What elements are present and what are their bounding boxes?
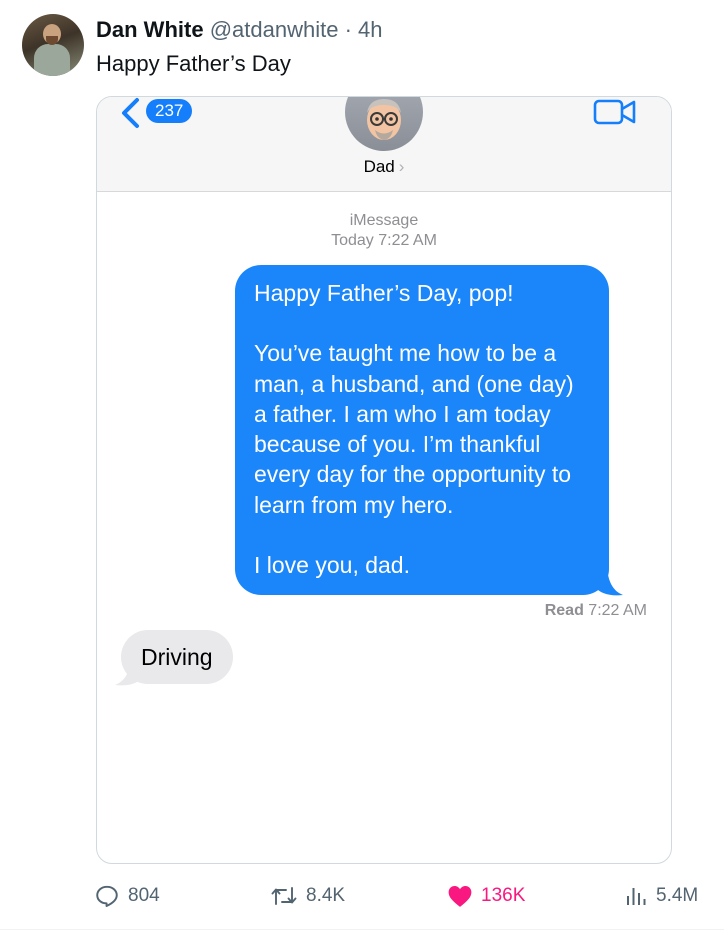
video-call-icon[interactable]: [593, 99, 637, 125]
tweet-text: Happy Father’s Day: [96, 51, 291, 76]
chevron-right-icon: ›: [398, 157, 405, 176]
tweet-actions: 804 8.4K 136K 5.4M: [0, 878, 724, 914]
views-icon: [627, 888, 646, 905]
heart-icon: [448, 886, 472, 907]
contact-memoji-avatar[interactable]: [345, 97, 423, 151]
like-button[interactable]: 136K: [447, 878, 525, 914]
repost-count: 8.4K: [306, 885, 346, 906]
reply-count: 804: [128, 885, 160, 906]
reply-button[interactable]: 804: [94, 878, 160, 914]
repost-button[interactable]: 8.4K: [270, 878, 345, 914]
message-paragraph: You’ve taught me how to be a man, a husb…: [254, 340, 574, 518]
tweet-header: Dan White @atdanwhite · 4h: [96, 16, 383, 44]
view-count: 5.4M: [656, 885, 699, 906]
tweet-timestamp[interactable]: 4h: [358, 17, 382, 42]
views-button[interactable]: 5.4M: [624, 878, 698, 914]
attached-image[interactable]: 237 Dad › iMessage Today 7:22 AM Happy F…: [96, 96, 672, 864]
separator-dot: ·: [344, 17, 352, 42]
conversation-info: iMessage Today 7:22 AM: [97, 211, 671, 251]
tweet: Dan White @atdanwhite · 4h Happy Father’…: [0, 0, 724, 932]
divider: [0, 929, 724, 930]
outgoing-bubble-tail: [595, 563, 623, 596]
service-label: iMessage: [349, 212, 419, 229]
author-avatar[interactable]: [22, 14, 84, 76]
author-handle[interactable]: @atdanwhite: [210, 17, 339, 42]
message-paragraph: I love you, dad.: [254, 552, 410, 579]
like-count: 136K: [481, 885, 526, 906]
message-paragraph: Happy Father’s Day, pop!: [254, 280, 514, 306]
read-receipt: Read 7:22 AM: [544, 602, 647, 619]
message-timestamp: Today 7:22 AM: [331, 232, 437, 249]
outgoing-message-bubble[interactable]: Happy Father’s Day, pop! You’ve taught m…: [235, 265, 609, 595]
unread-count-badge[interactable]: 237: [146, 99, 193, 123]
memoji-icon: [367, 99, 401, 140]
imessage-header: 237 Dad ›: [97, 97, 671, 192]
contact-name[interactable]: Dad ›: [97, 157, 671, 177]
incoming-message-bubble[interactable]: Driving: [121, 630, 233, 684]
back-chevron-icon[interactable]: [119, 97, 143, 129]
display-name[interactable]: Dan White: [96, 17, 204, 42]
reply-icon: [96, 885, 118, 907]
retweet-icon: [271, 887, 297, 905]
